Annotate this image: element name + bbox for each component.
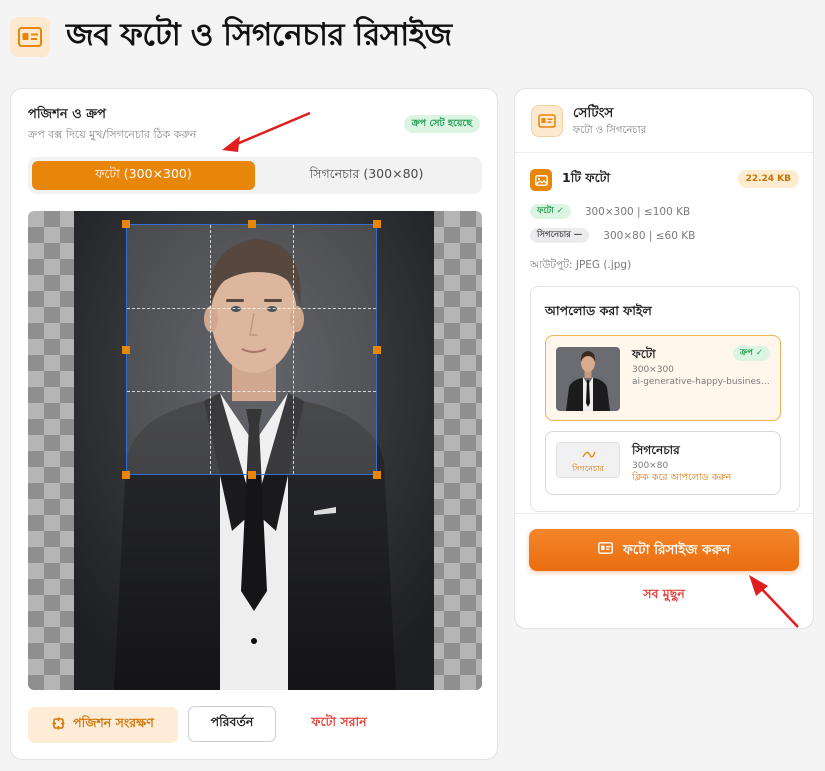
tab-photo[interactable]: ফটো (300×300) (32, 161, 255, 190)
photo-status-pill: ফটো ✓ (530, 204, 571, 219)
crop-handle-nw[interactable] (122, 220, 130, 228)
signature-thumb-label: সিগনেচার (572, 464, 604, 473)
signature-status-pill: সিগনেচার — (530, 228, 590, 243)
signature-file-dims: 300×80 (632, 461, 669, 471)
uploaded-files-panel: আপলোড করা ফাইল ফটো ক্রপ ✓ 300×300 ai-gen… (530, 286, 800, 512)
divider (515, 152, 813, 153)
total-size-badge: 22.24 KB (737, 170, 799, 188)
photo-file-name: ফটো (632, 347, 656, 361)
id-card-icon (531, 105, 563, 137)
crop-handle-s[interactable] (248, 471, 256, 479)
mode-tabs: ফটো (300×300) সিগনেচার (300×80) (28, 157, 482, 194)
resize-photo-button[interactable]: ফটো রিসাইজ করুন (529, 529, 799, 571)
crop-grid-line (209, 225, 211, 474)
editor-subtitle: ক্রপ বক্স দিয়ে মুখ/সিগনেচার ঠিক করুন (28, 128, 197, 141)
page-title: জব ফটো ও সিগনেচার রিসাইজ (66, 17, 452, 53)
output-format: আউটপুট: JPEG (.jpg) (530, 259, 632, 271)
crop-handle-w[interactable] (122, 346, 130, 354)
remove-photo-button[interactable]: ফটো সরান (294, 706, 384, 742)
signature-spec-row: সিগনেচার — 300×80 | ≤60 KB (530, 228, 695, 243)
signature-file-card[interactable]: সিগনেচার সিগনেচার 300×80 ক্লিক করে আপলোড… (545, 431, 781, 495)
photo-crop-badge: ক্রপ ✓ (733, 346, 770, 361)
save-position-button[interactable]: পজিশন সংরক্ষণ (28, 707, 178, 743)
change-button[interactable]: পরিবর্তন (188, 706, 276, 742)
signature-file-name: সিগনেচার (632, 443, 680, 457)
photo-thumbnail (556, 347, 620, 411)
settings-title: সেটিংস (573, 105, 614, 121)
signature-spec-text: 300×80 | ≤60 KB (603, 229, 696, 242)
resize-photo-label: ফটো রিসাইজ করুন (622, 541, 731, 558)
crop-handle-se[interactable] (373, 471, 381, 479)
divider (515, 513, 813, 514)
tab-signature[interactable]: সিগনেচার (300×80) (255, 161, 478, 190)
crop-handle-e[interactable] (373, 346, 381, 354)
crop-canvas[interactable] (28, 211, 482, 690)
crop-grid-line (127, 390, 376, 392)
crop-handle-sw[interactable] (122, 471, 130, 479)
crop-handle-ne[interactable] (373, 220, 381, 228)
crop-editor-panel: পজিশন ও ক্রপ ক্রপ বক্স দিয়ে মুখ/সিগনেচা… (10, 88, 498, 760)
clear-all-button[interactable]: সব মুছুন (529, 583, 799, 609)
crop-box[interactable] (122, 220, 381, 479)
editor-title: পজিশন ও ক্রপ (28, 107, 106, 122)
settings-panel: সেটিংস ফটো ও সিগনেচার 1টি ফটো 22.24 KB ফ… (514, 88, 814, 629)
save-position-label: পজিশন সংরক্ষণ (73, 715, 154, 730)
pin-icon (52, 717, 65, 733)
signature-upload-hint[interactable]: ক্লিক করে আপলোড করুন (632, 471, 731, 486)
photo-spec-row: ফটো ✓ 300×300 | ≤100 KB (530, 204, 690, 219)
id-card-icon (10, 17, 50, 57)
image-icon (530, 169, 552, 191)
crop-handle-n[interactable] (248, 220, 256, 228)
photo-file-filename: ai-generative-happy-business-man-in-suit… (632, 377, 772, 387)
photo-file-card[interactable]: ফটো ক্রপ ✓ 300×300 ai-generative-happy-b… (545, 335, 781, 421)
id-card-icon (598, 542, 613, 558)
signature-thumbnail: সিগনেচার (556, 442, 620, 478)
photo-count: 1টি ফটো (562, 170, 611, 185)
uploaded-files-title: আপলোড করা ফাইল (545, 303, 652, 318)
photo-file-dims: 300×300 (632, 365, 674, 375)
crop-status-badge: ক্রপ সেট হয়েছে (403, 115, 480, 133)
crop-grid-line (292, 225, 294, 474)
photo-spec-text: 300×300 | ≤100 KB (584, 205, 691, 218)
crop-grid-line (127, 307, 376, 309)
settings-subtitle: ফটো ও সিগনেচার (573, 125, 647, 136)
page-header: জব ফটো ও সিগনেচার রিসাইজ (10, 14, 452, 60)
